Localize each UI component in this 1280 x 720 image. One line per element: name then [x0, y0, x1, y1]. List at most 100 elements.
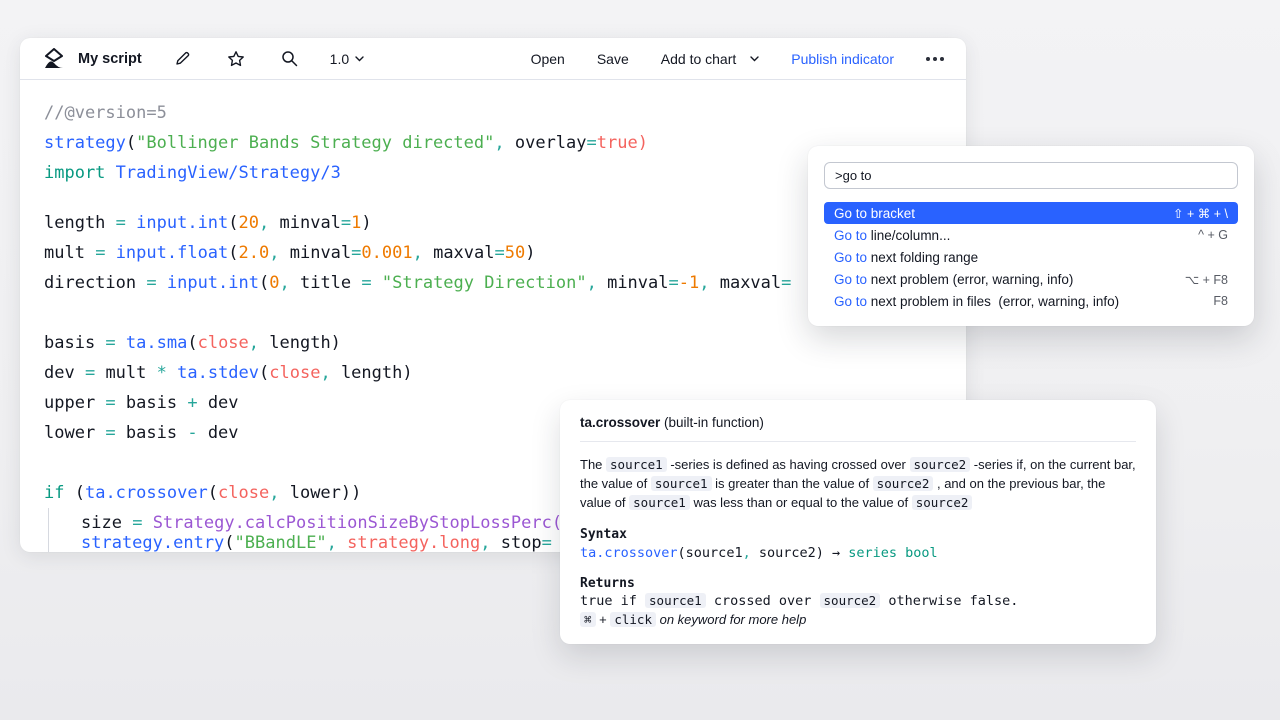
code-token: stop [490, 533, 541, 552]
code-token: length) [331, 363, 413, 383]
code-token: = [495, 243, 505, 263]
command-palette-input[interactable] [824, 162, 1238, 189]
text-segment: + [596, 612, 611, 627]
shortcut-label: ⇧ + ⌘ + \ [1173, 206, 1228, 221]
code-token [105, 243, 115, 263]
code-token: - [187, 423, 197, 443]
version-label: 1.0 [330, 51, 349, 67]
tooltip-syntax-line: ta.crossover(source1, source2) → series … [560, 542, 1156, 561]
code-token: basis [116, 393, 188, 413]
code-token: mult [44, 243, 95, 263]
code-token: (source1 [678, 545, 743, 561]
code-token: maxval [709, 273, 781, 293]
search-icon[interactable] [281, 50, 298, 67]
code-token: ( [224, 533, 234, 552]
command-palette-item[interactable]: Go to next problem (error, warning, info… [824, 268, 1238, 290]
code-token: input.float [116, 243, 229, 263]
favorite-star-icon[interactable] [227, 50, 245, 68]
code-token: = [105, 393, 115, 413]
code-token: minval [269, 213, 341, 233]
text-segment: otherwise false. [880, 593, 1018, 609]
command-palette-item[interactable]: Go to next problem in files (error, warn… [824, 290, 1238, 312]
code-token: = [351, 243, 361, 263]
command-palette-item[interactable]: Go to bracket⇧ + ⌘ + \ [824, 202, 1238, 224]
code-token: = [587, 133, 597, 153]
code-token: , [480, 533, 490, 552]
code-token: , [249, 333, 259, 353]
tooltip-returns-label: Returns [580, 576, 1136, 591]
code-token: basis [44, 333, 105, 353]
code-token: ( [228, 213, 238, 233]
code-token: ) [361, 213, 371, 233]
code-token: ta.crossover [580, 545, 678, 561]
rename-pencil-icon[interactable] [174, 50, 191, 67]
code-token [337, 533, 347, 552]
code-token: series bool [848, 545, 937, 561]
code-token: , [699, 273, 709, 293]
code-token: lower [44, 423, 105, 443]
code-token: dev [44, 363, 85, 383]
code-token: title [290, 273, 362, 293]
code-token: , [279, 273, 289, 293]
code-token: 20 [239, 213, 259, 233]
code-chip: click [610, 612, 656, 627]
code-token: mult [95, 363, 156, 383]
code-token: ( [259, 363, 269, 383]
code-token: 1 [351, 213, 361, 233]
code-chip: source2 [912, 495, 973, 510]
open-button[interactable]: Open [531, 51, 565, 67]
shortcut-label: F8 [1213, 294, 1228, 308]
command-palette-item[interactable]: Go to next folding range [824, 246, 1238, 268]
publish-indicator-button[interactable]: Publish indicator [791, 51, 894, 67]
code-token: dev [198, 393, 239, 413]
code-line: dev = mult * ta.stdev(close, length) [44, 358, 966, 388]
code-token: strategy.long [347, 533, 480, 552]
code-token: length [44, 213, 116, 233]
code-token: , [320, 363, 330, 383]
command-palette: Go to bracket ⇧ + ⌘ + \ Go to line/column.… [808, 146, 1254, 326]
code-token: lower)) [279, 483, 361, 503]
save-button[interactable]: Save [597, 51, 629, 67]
command-palette-list: Go to bracket ⇧ + ⌘ + \ Go to line/column.… [824, 202, 1238, 312]
pine-logo-icon[interactable] [42, 48, 66, 70]
command-label: bracket [867, 206, 915, 221]
code-chip: source1 [629, 495, 690, 510]
code-token: = [781, 273, 791, 293]
code-chip: source2 [873, 476, 934, 491]
code-token: true) [597, 133, 648, 153]
add-to-chart-button[interactable]: Add to chart [661, 51, 737, 67]
code-token: = [95, 243, 105, 263]
code-line: //@version=5 [44, 98, 966, 128]
code-token: TradingView/Strategy/3 [116, 163, 341, 183]
code-token: strategy [44, 133, 126, 153]
code-chip: source1 [606, 457, 667, 472]
code-token: 0.001 [361, 243, 412, 263]
code-token: , [327, 533, 337, 552]
code-token: maxval [423, 243, 495, 263]
version-dropdown[interactable]: 1.0 [330, 51, 364, 67]
command-palette-item[interactable]: Go to line/column...^ + G [824, 224, 1238, 246]
code-token: 2.0 [239, 243, 270, 263]
tooltip-hint-line: ⌘ + click on keyword for more help [560, 609, 1156, 627]
code-chip: source1 [651, 476, 712, 491]
shortcut-label: ⌥ + F8 [1185, 272, 1228, 287]
code-token: = [669, 273, 679, 293]
match-highlight: Go to [834, 272, 867, 287]
text-segment: true if [580, 593, 645, 609]
function-help-tooltip: ta.crossover (built-in function) The sou… [560, 400, 1156, 644]
add-to-chart-chevron-icon[interactable] [750, 56, 759, 62]
code-token: 50 [505, 243, 525, 263]
code-token: direction [44, 273, 146, 293]
code-token: -1 [679, 273, 699, 293]
more-options-icon[interactable] [926, 57, 944, 61]
code-token: ( [208, 483, 218, 503]
code-chip: source2 [910, 457, 971, 472]
code-token: , [269, 243, 279, 263]
code-token: , [259, 213, 269, 233]
text-segment: is greater than the value of [712, 476, 873, 491]
code-token: overlay [505, 133, 587, 153]
text-segment: on keyword for more help [656, 612, 806, 627]
chevron-down-icon [355, 56, 364, 62]
code-token: , [269, 483, 279, 503]
code-token [157, 273, 167, 293]
